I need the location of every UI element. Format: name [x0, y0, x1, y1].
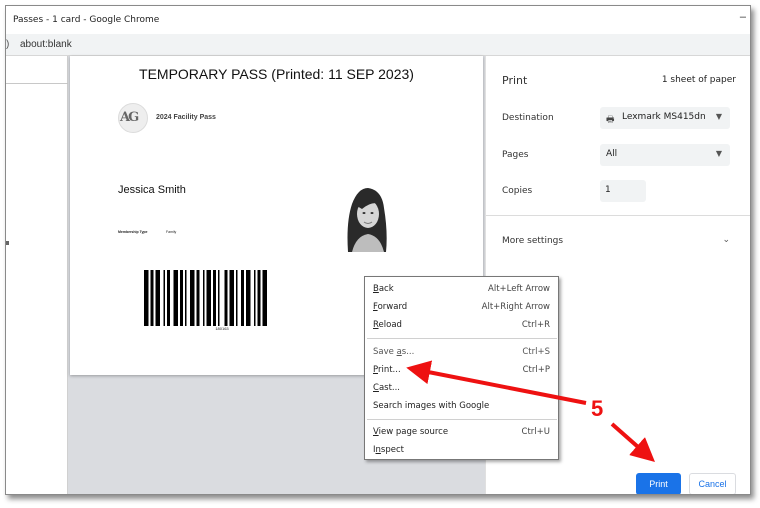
barcode-bar	[180, 270, 183, 326]
pages-select[interactable]: All ▼	[600, 144, 730, 166]
menu-item-label: Cast...	[373, 383, 401, 393]
pages-value: All	[606, 149, 618, 159]
barcode-bar	[150, 270, 154, 326]
print-button[interactable]: Print	[636, 473, 681, 494]
chevron-down-icon: ▼	[715, 112, 722, 121]
barcode-bar	[229, 270, 234, 326]
barcode-bar	[257, 270, 261, 326]
menu-item-label: View page source	[373, 427, 449, 437]
barcode-bar	[203, 270, 205, 326]
barcode-number: 180163	[215, 326, 229, 331]
menu-item-shortcut: Alt+Left Arrow	[488, 284, 550, 294]
barcode-bar	[173, 270, 178, 326]
menu-item-label: Reload	[373, 320, 402, 330]
sheet-count: 1 sheet of paper	[661, 75, 736, 85]
pages-label: Pages	[502, 150, 529, 160]
destination-value: Lexmark MS415dn	[622, 112, 706, 122]
menu-item-shortcut: Ctrl+R	[521, 320, 550, 330]
copies-label: Copies	[502, 186, 533, 196]
membership-type-value: Family	[166, 230, 177, 234]
chevron-down-icon[interactable]: ⌄	[722, 235, 730, 245]
menu-item-save-as[interactable]: Save as... Ctrl+S	[365, 344, 558, 362]
address-bar[interactable]: ) about:blank	[6, 34, 750, 56]
menu-item-cast[interactable]: Cast...	[365, 380, 558, 398]
barcode-bar	[144, 270, 149, 326]
url-text[interactable]: about:blank	[20, 39, 72, 50]
menu-item-shortcut: Ctrl+P	[522, 365, 550, 375]
cancel-button[interactable]: Cancel	[689, 473, 736, 494]
menu-item-print[interactable]: Print... Ctrl+P	[365, 362, 558, 380]
barcode-bar	[262, 270, 267, 326]
scroll-marker	[6, 241, 9, 245]
menu-item-label: Back	[373, 284, 394, 294]
menu-item-label: Forward	[373, 302, 408, 312]
menu-separator	[367, 419, 557, 420]
barcode-bar	[206, 270, 211, 326]
title-bar: Passes - 1 card - Google Chrome –	[6, 6, 750, 34]
menu-item-label: Search images with Google	[373, 401, 490, 411]
chevron-down-icon: ▼	[715, 149, 722, 158]
step-number-label: 5	[591, 396, 604, 421]
barcode-bar	[185, 270, 187, 326]
copies-input[interactable]: 1	[600, 180, 646, 202]
logo-text: AG	[120, 110, 139, 125]
barcode-bar	[236, 270, 238, 326]
barcode-bar	[241, 270, 244, 326]
menu-separator	[367, 338, 557, 339]
more-settings-toggle[interactable]: More settings	[502, 236, 563, 246]
menu-item-search-images[interactable]: Search images with Google	[365, 398, 558, 416]
barcode-bar	[155, 270, 160, 326]
menu-item-label: Save as...	[373, 347, 415, 357]
menu-item-shortcut: Ctrl+S	[522, 347, 550, 357]
barcode-bar	[196, 270, 200, 326]
membership-type-label: Membership Type	[118, 230, 148, 234]
menu-item-forward[interactable]: Forward Alt+Right Arrow	[365, 299, 558, 317]
barcode-bar	[246, 270, 251, 326]
print-heading: Print	[502, 74, 528, 87]
menu-item-label: Inspect	[373, 445, 404, 455]
destination-label: Destination	[502, 113, 554, 123]
barcode-bar	[224, 270, 228, 326]
page-background-left	[6, 56, 68, 494]
barcode-bar	[190, 270, 195, 326]
barcode-bar	[167, 270, 170, 326]
member-name: Jessica Smith	[118, 184, 186, 196]
barcode-bar	[218, 270, 220, 326]
barcode	[144, 270, 267, 326]
barcode-bar	[254, 270, 256, 326]
menu-item-shortcut: Alt+Right Arrow	[481, 302, 550, 312]
menu-item-shortcut: Ctrl+U	[521, 427, 550, 437]
pass-title: TEMPORARY PASS (Printed: 11 SEP 2023)	[139, 66, 414, 82]
settings-divider	[486, 215, 750, 216]
copies-value: 1	[605, 185, 611, 195]
barcode-bar	[163, 270, 165, 326]
menu-item-view-source[interactable]: View page source Ctrl+U	[365, 424, 558, 442]
divider	[6, 83, 68, 84]
menu-item-back[interactable]: Back Alt+Left Arrow	[365, 281, 558, 299]
destination-select[interactable]: 🖶 Lexmark MS415dn ▼	[600, 107, 730, 129]
context-menu: Back Alt+Left Arrow Forward Alt+Right Ar…	[364, 276, 559, 460]
menu-item-inspect[interactable]: Inspect	[365, 442, 558, 460]
window-title: Passes - 1 card - Google Chrome	[13, 15, 160, 25]
barcode-bar	[213, 270, 216, 326]
menu-item-reload[interactable]: Reload Ctrl+R	[365, 317, 558, 335]
menu-item-label: Print...	[373, 365, 401, 375]
printer-icon: 🖶	[606, 115, 615, 125]
member-photo	[338, 182, 390, 252]
info-icon[interactable]: )	[6, 39, 9, 50]
minimize-button[interactable]: –	[740, 11, 746, 23]
facility-pass-label: 2024 Facility Pass	[156, 114, 216, 121]
